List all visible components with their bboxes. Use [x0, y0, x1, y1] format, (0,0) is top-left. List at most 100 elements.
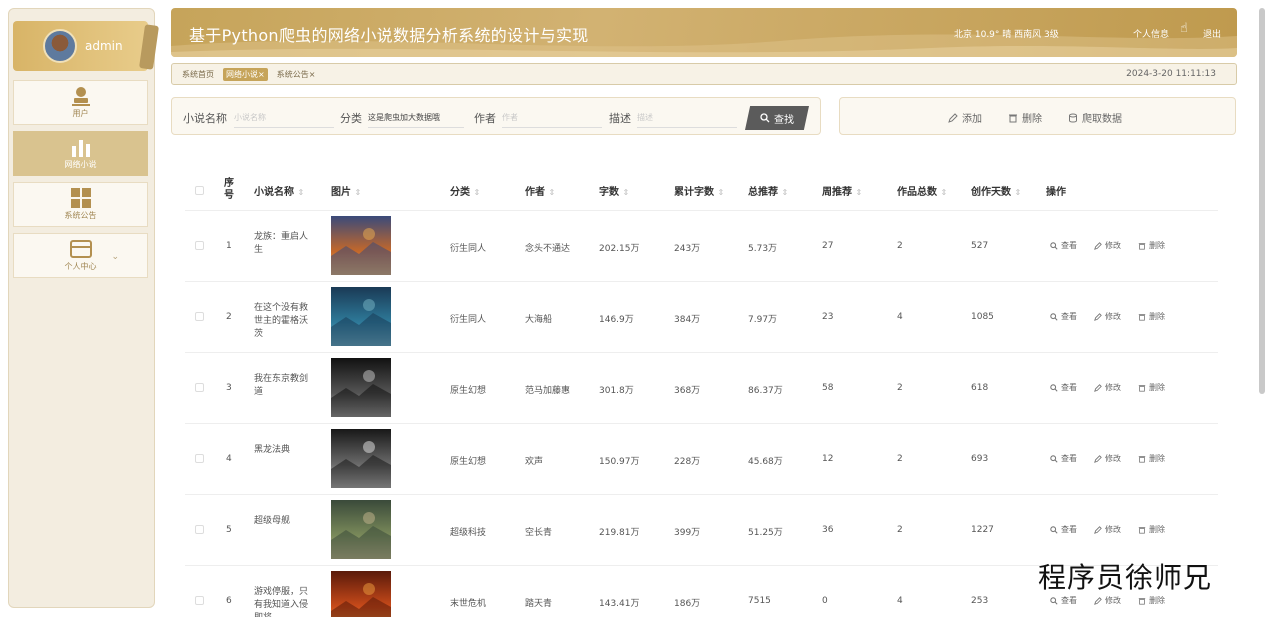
view-button[interactable]: 查看 [1050, 240, 1077, 251]
cell-category: 末世危机 [450, 599, 487, 609]
edit-button[interactable]: 修改 [1094, 382, 1121, 393]
edit-button[interactable]: 修改 [1094, 240, 1121, 251]
col-image[interactable]: 图片 ⇕ [331, 183, 361, 198]
edit-button[interactable]: 修改 [1094, 311, 1121, 322]
row-checkbox[interactable] [195, 241, 204, 250]
delete-row-button-label: 删除 [1149, 454, 1165, 463]
delete-button[interactable]: 删除 [1008, 110, 1042, 125]
delete-row-button[interactable]: 删除 [1138, 595, 1165, 606]
profile-link[interactable]: 个人信息 [1133, 27, 1169, 40]
delete-row-button[interactable]: 删除 [1138, 382, 1165, 393]
col-days[interactable]: 创作天数 ⇕ [971, 183, 1021, 198]
sort-icon[interactable]: ⇕ [855, 188, 862, 197]
view-button-label: 查看 [1061, 525, 1077, 534]
author-search-input[interactable] [502, 108, 602, 128]
col-category[interactable]: 分类 ⇕ [450, 183, 480, 198]
row-checkbox[interactable] [195, 525, 204, 534]
edit-button[interactable]: 修改 [1094, 595, 1121, 606]
cell-week-rec: 0 [822, 596, 828, 606]
edit-button-label: 修改 [1105, 312, 1121, 321]
sidebar-item-announcements[interactable]: 系统公告 [13, 182, 148, 227]
view-button[interactable]: 查看 [1050, 453, 1077, 464]
sort-icon[interactable]: ⇕ [548, 188, 555, 197]
sidebar-item-novels[interactable]: 网络小说 [13, 131, 148, 176]
delete-row-button[interactable]: 删除 [1138, 311, 1165, 322]
novel-cover-image [331, 216, 391, 275]
col-author[interactable]: 作者 ⇕ [525, 183, 555, 198]
edit-pen-icon [948, 112, 958, 123]
col-total-rec[interactable]: 总推荐 ⇕ [748, 183, 788, 198]
delete-row-button[interactable]: 删除 [1138, 453, 1165, 464]
cell-author: 空长青 [525, 528, 553, 538]
sort-icon[interactable]: ⇕ [781, 188, 788, 197]
view-button-label: 查看 [1061, 241, 1077, 250]
cell-words: 202.15万 [599, 244, 640, 254]
edit-button-label: 修改 [1105, 454, 1121, 463]
header-links: 个人信息 退出 [1133, 27, 1221, 40]
view-button-label: 查看 [1061, 312, 1077, 321]
view-button[interactable]: 查看 [1050, 595, 1077, 606]
col-name[interactable]: 小说名称 ⇕ [254, 183, 304, 198]
col-total-words[interactable]: 累计字数 ⇕ [674, 183, 724, 198]
watermark: 程序员徐师兄 [1038, 561, 1213, 594]
cell-days: 1085 [971, 312, 994, 322]
search-button[interactable]: 查找 [745, 106, 809, 130]
sort-icon[interactable]: ⇕ [717, 188, 724, 197]
desc-search-input[interactable] [637, 108, 737, 128]
crawl-button-label: 爬取数据 [1082, 114, 1122, 125]
novel-cover-image [331, 358, 391, 417]
tab-announcements[interactable]: 系统公告× [274, 68, 319, 81]
cell-words: 150.97万 [599, 457, 640, 467]
cell-total-rec: 5.73万 [748, 244, 778, 254]
col-days-label: 创作天数 [971, 187, 1011, 198]
sidebar-item-profile[interactable]: 个人中心 ⌄ [13, 233, 148, 278]
cell-name: 游戏停服，只有我知道入侵即将 [254, 587, 309, 617]
row-checkbox[interactable] [195, 454, 204, 463]
cell-week-rec: 27 [822, 241, 834, 251]
edit-pen-icon [1094, 596, 1102, 605]
user-card[interactable]: admin [13, 21, 159, 71]
delete-row-button[interactable]: 删除 [1138, 240, 1165, 251]
desc-label: 描述 [609, 112, 631, 125]
sort-icon[interactable]: ⇕ [297, 188, 304, 197]
chevron-down-icon[interactable]: ⌄ [111, 252, 119, 262]
edit-button[interactable]: 修改 [1094, 524, 1121, 535]
select-all-checkbox[interactable] [195, 186, 204, 195]
edit-pen-icon [1094, 312, 1102, 321]
delete-row-button[interactable]: 删除 [1138, 524, 1165, 535]
tab-home[interactable]: 系统首页 [179, 68, 217, 81]
row-checkbox[interactable] [195, 312, 204, 321]
col-words[interactable]: 字数 ⇕ [599, 183, 629, 198]
sort-icon[interactable]: ⇕ [473, 188, 480, 197]
logout-link[interactable]: 退出 [1203, 27, 1221, 40]
search-icon [760, 113, 770, 123]
sort-icon[interactable]: ⇕ [1014, 188, 1021, 197]
col-index: 序号 [224, 178, 234, 201]
view-button[interactable]: 查看 [1050, 311, 1077, 322]
trash-icon [1138, 455, 1146, 463]
col-week-rec[interactable]: 周推荐 ⇕ [822, 183, 862, 198]
name-search-input[interactable] [234, 108, 334, 128]
novel-cover-image [331, 429, 391, 488]
sort-icon[interactable]: ⇕ [354, 188, 361, 197]
cell-words: 143.41万 [599, 599, 640, 609]
edit-button-label: 修改 [1105, 596, 1121, 605]
row-checkbox[interactable] [195, 383, 204, 392]
col-works[interactable]: 作品总数 ⇕ [897, 183, 947, 198]
view-button[interactable]: 查看 [1050, 524, 1077, 535]
sidebar-item-users[interactable]: 用户 [13, 80, 148, 125]
search-icon [1050, 241, 1058, 250]
page-scrollbar[interactable] [1259, 8, 1265, 394]
add-button[interactable]: 添加 [948, 110, 982, 125]
user-card-tab [139, 24, 159, 70]
cell-works: 4 [897, 312, 903, 322]
tab-novels[interactable]: 网络小说× [223, 67, 268, 81]
sort-icon[interactable]: ⇕ [622, 188, 629, 197]
crawl-button[interactable]: 爬取数据 [1068, 110, 1122, 125]
edit-button[interactable]: 修改 [1094, 453, 1121, 464]
view-button[interactable]: 查看 [1050, 382, 1077, 393]
category-search-input[interactable] [368, 108, 464, 128]
col-words-label: 字数 [599, 187, 619, 198]
sort-icon[interactable]: ⇕ [940, 188, 947, 197]
row-checkbox[interactable] [195, 596, 204, 605]
